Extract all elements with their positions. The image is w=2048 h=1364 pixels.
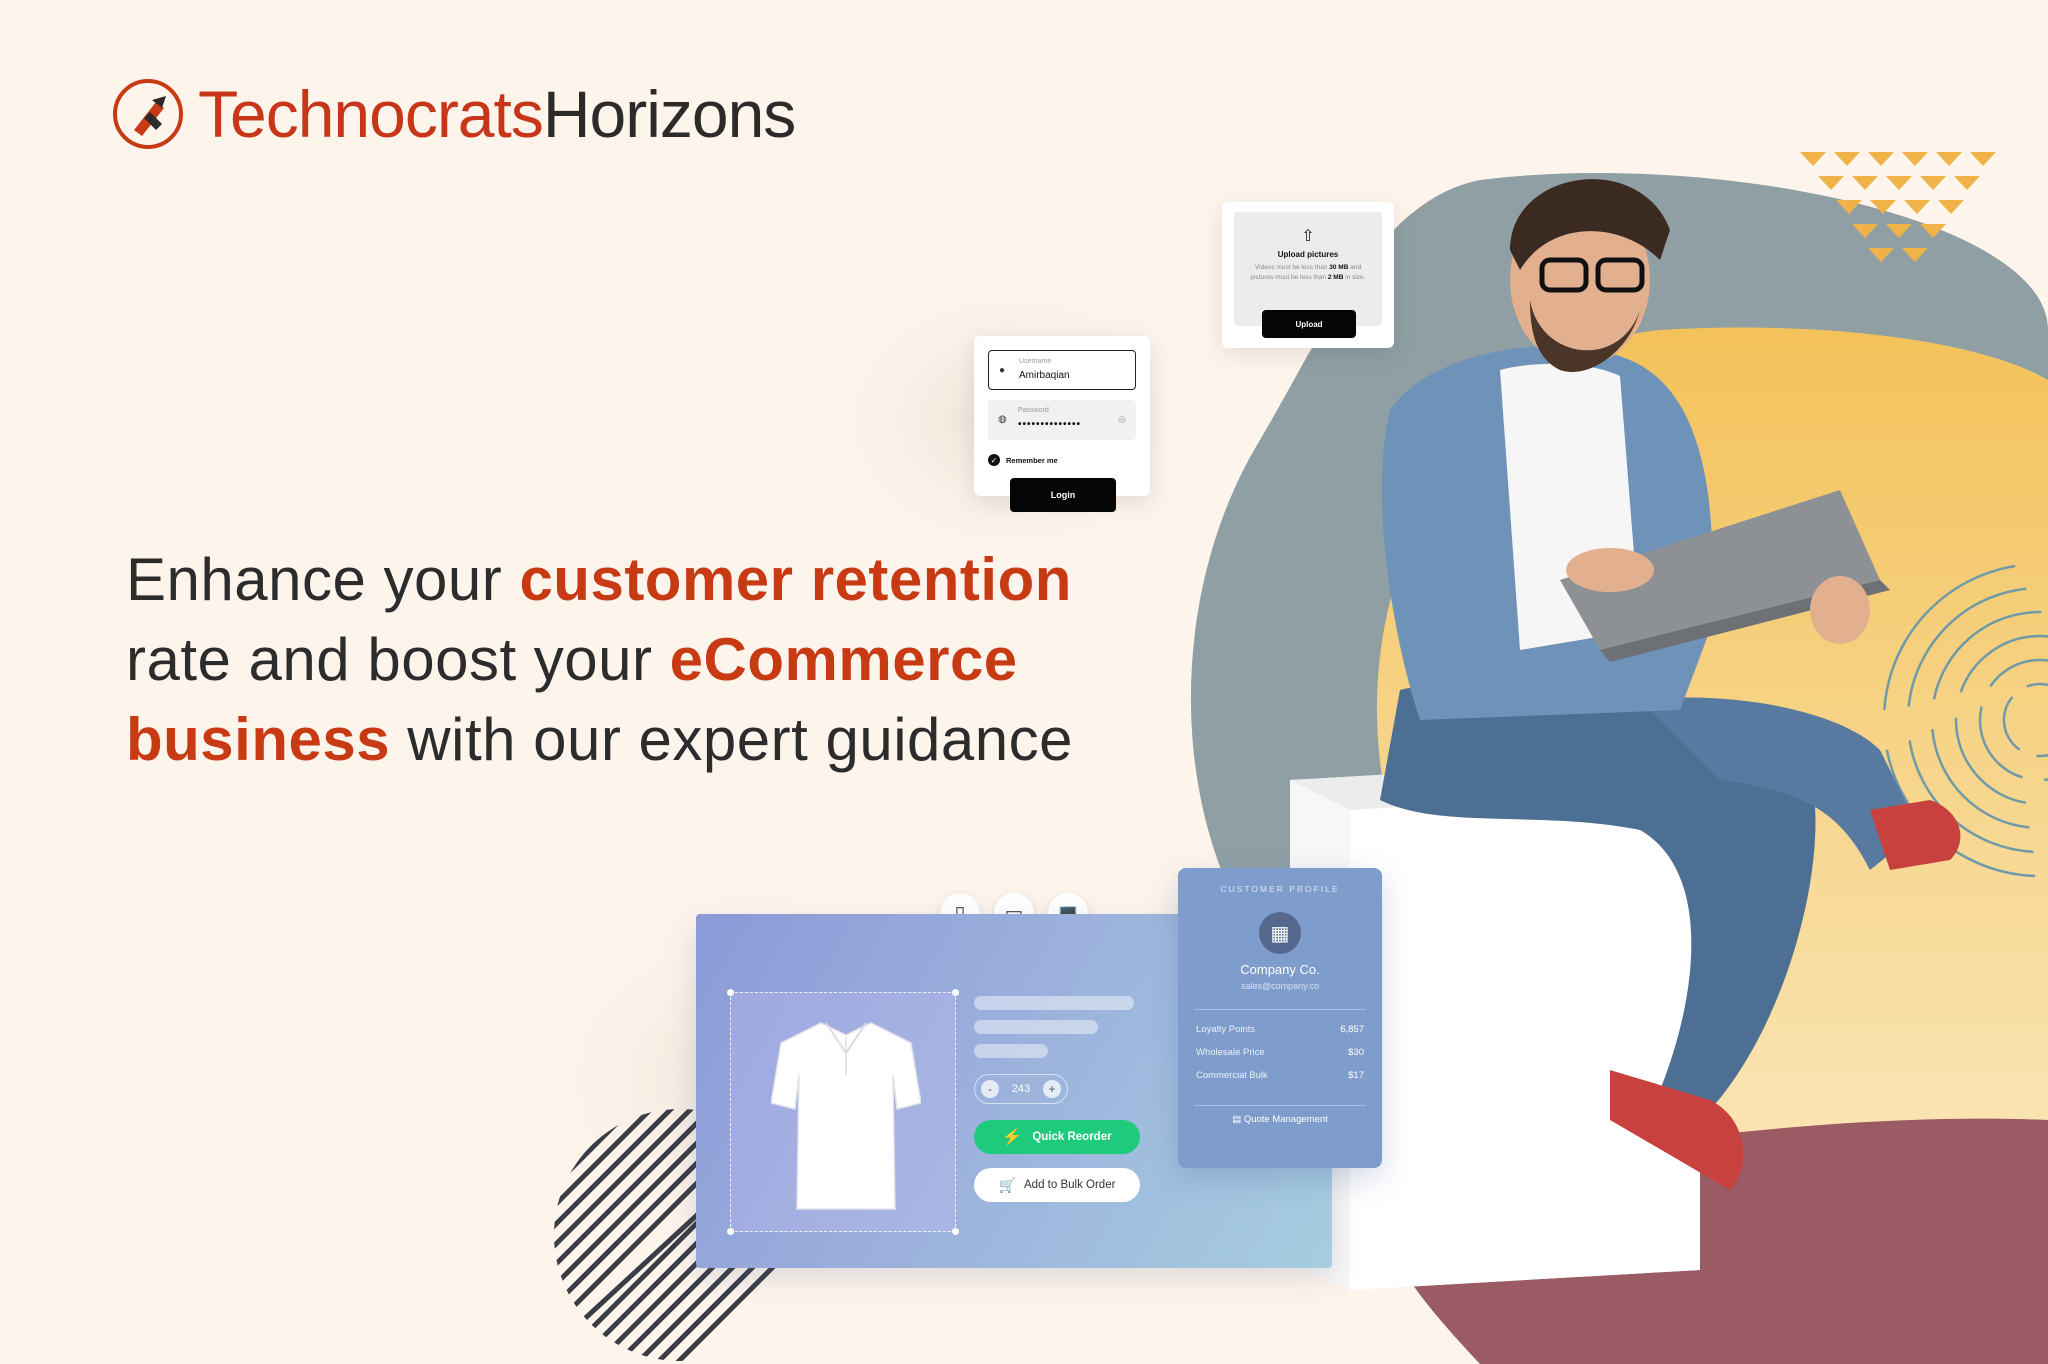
- headline-text-2: rate and boost your: [126, 626, 670, 693]
- row-value: $30: [1348, 1047, 1364, 1058]
- increment-button[interactable]: +: [1042, 1080, 1061, 1098]
- upload-title: Upload pictures: [1277, 250, 1339, 259]
- quick-reorder-button[interactable]: ⚡ Quick Reorder: [974, 1120, 1140, 1154]
- decrement-button[interactable]: -: [981, 1080, 999, 1098]
- upload-note-video-limit: 30 MB: [1329, 264, 1349, 271]
- building-icon: ▦: [1259, 912, 1301, 954]
- document-icon: ▤: [1232, 1114, 1242, 1125]
- brand-name-part2: Horizons: [542, 77, 796, 151]
- resize-handle[interactable]: [952, 989, 959, 996]
- login-card: ● Username Amirbaqian ◍ Password •••••••…: [974, 336, 1150, 512]
- company-name: Company Co.: [1240, 962, 1320, 977]
- profile-heading: CUSTOMER PROFILE: [1220, 884, 1340, 894]
- quote-management-label: Quote Management: [1243, 1114, 1328, 1125]
- brand-name-part1: Technocrats: [198, 77, 544, 151]
- polo-shirt-image: [771, 1022, 921, 1210]
- resize-handle[interactable]: [727, 1228, 734, 1235]
- user-icon: ●: [999, 365, 1006, 376]
- password-value: ••••••••••••••: [1018, 419, 1082, 430]
- profile-row: Wholesale Price $30: [1196, 1041, 1364, 1064]
- cart-icon: 🛒: [998, 1176, 1017, 1193]
- login-button[interactable]: Login: [1010, 478, 1116, 512]
- add-to-bulk-order-button[interactable]: 🛒 Add to Bulk Order: [974, 1168, 1140, 1202]
- placeholder-line: [974, 996, 1134, 1010]
- eye-icon[interactable]: ◎: [1118, 414, 1126, 425]
- upload-note: Videos must be less than 30 MB and pictu…: [1248, 263, 1368, 283]
- quantity-value[interactable]: 243: [1012, 1083, 1030, 1095]
- logo-mark-icon: [113, 79, 183, 149]
- quantity-stepper: - 243 +: [974, 1074, 1068, 1104]
- add-to-bulk-label: Add to Bulk Order: [1024, 1179, 1116, 1191]
- product-image-frame[interactable]: [727, 989, 959, 1235]
- upload-icon: ⇧: [1301, 228, 1315, 245]
- resize-handle[interactable]: [727, 989, 734, 996]
- password-field[interactable]: ◍ Password •••••••••••••• ◎: [988, 400, 1136, 440]
- username-value: Amirbaqian: [1019, 370, 1070, 381]
- placeholder-line: [974, 1020, 1098, 1034]
- username-label: Username: [1019, 358, 1052, 365]
- row-label: Commercial Bulk: [1196, 1070, 1268, 1081]
- username-field[interactable]: ● Username Amirbaqian: [988, 350, 1136, 390]
- row-value: 6,857: [1340, 1024, 1364, 1035]
- headline-text-1: Enhance your: [126, 546, 520, 613]
- brand-logo[interactable]: TechnocratsHorizons: [112, 78, 796, 150]
- quick-reorder-label: Quick Reorder: [1032, 1131, 1112, 1143]
- row-label: Wholesale Price: [1196, 1047, 1265, 1058]
- divider: [1194, 1105, 1366, 1106]
- customer-profile-card: CUSTOMER PROFILE ▦ Company Co. sales@com…: [1178, 868, 1382, 1168]
- row-value: $17: [1348, 1070, 1364, 1081]
- quote-management-link[interactable]: ▤ Quote Management: [1178, 1114, 1382, 1125]
- headline-text-3: with our expert guidance: [390, 706, 1074, 773]
- upload-dropzone[interactable]: ⇧ Upload pictures Videos must be less th…: [1234, 212, 1382, 326]
- upload-pictures-card: ⇧ Upload pictures Videos must be less th…: [1222, 202, 1394, 348]
- brand-name: TechnocratsHorizons: [198, 81, 796, 147]
- lock-icon: ◍: [998, 414, 1007, 425]
- upload-note-text-3: in size.: [1343, 274, 1366, 281]
- profile-row: Commercial Bulk $17: [1196, 1064, 1364, 1087]
- row-label: Loyalty Points: [1196, 1024, 1256, 1035]
- profile-row: Loyalty Points 6,857: [1196, 1018, 1364, 1041]
- upload-button[interactable]: Upload: [1262, 310, 1356, 338]
- placeholder-line: [974, 1044, 1048, 1058]
- upload-note-text-1: Videos must be less than: [1254, 264, 1330, 271]
- headline-highlight-1: customer retention: [519, 546, 1072, 613]
- company-email[interactable]: sales@company.co: [1178, 981, 1382, 991]
- divider: [1194, 1009, 1366, 1010]
- password-label: Password: [1018, 407, 1049, 414]
- remember-me-checkbox[interactable]: ✓ Remember me: [988, 454, 1058, 466]
- hero-headline: Enhance your customer retention rate and…: [126, 540, 1086, 780]
- remember-me-label: Remember me: [1006, 455, 1058, 465]
- resize-handle[interactable]: [952, 1228, 959, 1235]
- checkmark-icon: ✓: [988, 454, 1000, 466]
- lightning-icon: ⚡: [1002, 1129, 1023, 1146]
- upload-note-picture-limit: 2 MB: [1327, 274, 1344, 281]
